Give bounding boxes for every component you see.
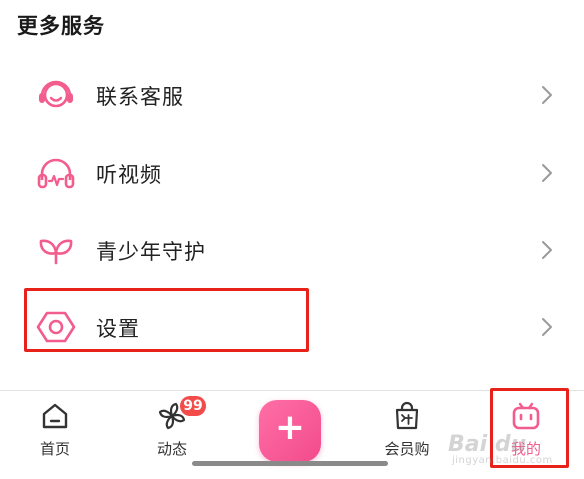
tab-label: 动态 [156,440,187,458]
chevron-right-icon [542,86,552,104]
chevron-right-icon [542,241,552,259]
shopping-bag-icon [395,401,419,430]
menu-item-label: 听视频 [96,163,162,187]
notification-badge: 99 [180,396,206,416]
menu-item-youth-protection[interactable]: 青少年守护 [0,219,584,281]
headset-icon [39,80,73,108]
tab-vip-shop[interactable]: 会员购 [367,398,447,468]
sprout-icon [39,239,73,265]
chevron-right-icon [542,318,552,336]
tab-label: 首页 [39,440,70,458]
section-title: 更多服务 [17,14,105,38]
tab-home[interactable]: 首页 [15,398,95,468]
menu-item-listen-video[interactable]: 听视频 [0,142,584,204]
menu-item-contact-service[interactable]: 联系客服 [0,64,584,126]
publish-button[interactable]: + [259,400,321,462]
settings-highlight-box [24,288,309,352]
plus-icon: + [274,407,306,448]
home-indicator[interactable] [192,461,388,466]
watermark-url: jingyan.baidu.com [452,455,553,466]
headphones-icon [37,158,75,189]
watermark-logo: Bai du [448,432,527,457]
menu-item-label: 青少年守护 [96,240,206,264]
tab-label: 会员购 [384,440,430,458]
chevron-right-icon [542,164,552,182]
menu-item-label: 联系客服 [96,85,184,109]
home-icon [42,403,68,429]
